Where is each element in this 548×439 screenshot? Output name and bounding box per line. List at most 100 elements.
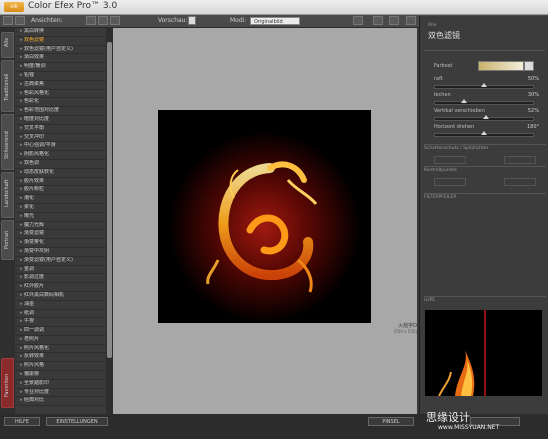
filter-item[interactable]: ▸渐变中灰阴 bbox=[15, 248, 107, 257]
filter-item[interactable]: ▸四一调调 bbox=[15, 327, 107, 336]
filter-item[interactable]: ▸老照片 bbox=[15, 336, 107, 345]
loupe-view[interactable] bbox=[425, 310, 542, 396]
tab-landschaft[interactable]: Landschaft bbox=[1, 172, 14, 218]
schatten-control-right[interactable] bbox=[504, 156, 536, 164]
filter-item-label: 黑白转换 bbox=[24, 28, 45, 34]
filter-item[interactable]: ▸黑白转换 bbox=[15, 28, 107, 37]
zoom-icon[interactable] bbox=[373, 16, 383, 25]
filter-item[interactable]: ▸胶片效果 bbox=[15, 178, 107, 187]
filter-item[interactable]: ▸午夜 bbox=[15, 318, 107, 328]
filter-item-label: 渐变雾化 bbox=[24, 239, 45, 246]
hilfe-button[interactable]: HILFE bbox=[4, 417, 40, 426]
slider-thumb[interactable] bbox=[481, 131, 487, 135]
filter-item[interactable]: ▸潮化 bbox=[15, 195, 107, 204]
filter-item[interactable]: ▸油墨 bbox=[15, 301, 107, 310]
filter-item[interactable]: ▸渐变滤镜 bbox=[15, 230, 107, 240]
modi-select[interactable]: Originalbild bbox=[250, 17, 300, 25]
param-slider[interactable] bbox=[434, 83, 534, 89]
filter-item[interactable]: ▸色彩风格化 bbox=[15, 90, 107, 99]
filter-item-label: 色彩范围对比度 bbox=[24, 107, 60, 114]
param-slider[interactable] bbox=[434, 131, 534, 137]
tab-portrait[interactable]: Portrait bbox=[1, 220, 14, 260]
slider-thumb[interactable] bbox=[482, 115, 489, 119]
param-slider[interactable] bbox=[434, 99, 534, 105]
slider-thumb[interactable] bbox=[461, 99, 468, 103]
filter-item[interactable]: ▸纸调 bbox=[15, 310, 107, 319]
loupe-tool-icon[interactable] bbox=[406, 16, 416, 25]
tab-alle[interactable]: Alle bbox=[1, 32, 14, 58]
filter-item[interactable]: ▸金调 bbox=[15, 266, 107, 275]
filter-item[interactable]: ▸色彩化 bbox=[15, 98, 107, 108]
filter-item[interactable]: ▸渐变滤镜(用户自定义) bbox=[15, 257, 107, 266]
filter-item[interactable]: ▸渐变雾化 bbox=[15, 239, 107, 248]
filter-item[interactable]: ▸渐白效果 bbox=[15, 54, 107, 64]
filter-item-label: 红外胶片 bbox=[24, 283, 45, 290]
view-single-icon[interactable] bbox=[3, 16, 13, 25]
filter-item[interactable]: ▸双色调 bbox=[15, 160, 107, 169]
schatten-control-left[interactable] bbox=[434, 156, 466, 164]
view-split-icon[interactable] bbox=[15, 16, 25, 25]
filter-item[interactable]: ▸铅锂 bbox=[15, 72, 107, 81]
filter-list-scrollbar[interactable] bbox=[106, 28, 113, 414]
view-split-preview-icon[interactable] bbox=[110, 16, 120, 25]
filter-item[interactable]: ▸全景踮影印 bbox=[15, 380, 107, 389]
filter-item[interactable]: ▸反转效果 bbox=[15, 353, 107, 363]
filter-item-label: 经典对比 bbox=[24, 397, 45, 404]
filter-item[interactable]: ▸红外胶片 bbox=[15, 283, 107, 292]
param-value: 50% bbox=[527, 76, 539, 82]
filter-item[interactable]: ▸红外黑白数码相机 bbox=[15, 292, 107, 301]
view-side-by-side-icon[interactable] bbox=[98, 16, 108, 25]
filter-item[interactable]: ▸明度/暖调 bbox=[15, 63, 107, 72]
filter-item[interactable]: ▸古典柔焦 bbox=[15, 81, 107, 90]
kontroll-remove-button[interactable] bbox=[504, 178, 536, 186]
screen-icon[interactable] bbox=[353, 16, 363, 25]
filterpfeiler-section[interactable]: FILTERPFEILER bbox=[424, 193, 546, 201]
filter-item[interactable]: ▸偏振镖 bbox=[15, 371, 107, 380]
hand-icon[interactable] bbox=[389, 16, 399, 25]
einstellungen-button[interactable]: EINSTELLUNGEN bbox=[46, 417, 108, 426]
param-label: raft bbox=[434, 76, 443, 82]
param-value: 52% bbox=[527, 108, 539, 114]
title-bar: nik Color Efex Pro™ 3.0 bbox=[0, 0, 548, 15]
filter-item[interactable]: ▸照片风格化 bbox=[15, 345, 107, 354]
pinsel-button[interactable]: PINSEL bbox=[368, 417, 414, 426]
tab-traditionell[interactable]: Traditionell bbox=[1, 60, 14, 112]
filter-item[interactable]: ▸动态皮肤软化 bbox=[15, 169, 107, 178]
scrollbar-thumb[interactable] bbox=[107, 42, 112, 358]
farbset-swatch[interactable] bbox=[478, 61, 524, 71]
filter-item[interactable]: ▸照片风格 bbox=[15, 362, 107, 372]
filter-item[interactable]: ▸交叉平衡 bbox=[15, 125, 107, 134]
filter-item[interactable]: ▸阴影风格化 bbox=[15, 151, 107, 160]
filter-item[interactable]: ▸交叉冲印 bbox=[15, 134, 107, 143]
filter-item[interactable]: ▸中心强调/平滑 bbox=[15, 142, 107, 152]
tab-stilisierend[interactable]: Stilisierend bbox=[1, 114, 14, 170]
filter-item[interactable]: ▸影调过度 bbox=[15, 274, 107, 284]
param-slider[interactable] bbox=[434, 115, 534, 121]
farbset-label: Farbset bbox=[434, 63, 453, 69]
filter-item[interactable]: ▸色彩范围对比度 bbox=[15, 107, 107, 116]
filter-item[interactable]: ▸双色滤镜 bbox=[15, 37, 107, 46]
ansichten-label: Ansichten: bbox=[31, 17, 63, 24]
filter-item[interactable]: ▸暗度对比度 bbox=[15, 116, 107, 125]
nik-logo: nik bbox=[4, 2, 24, 12]
slider-thumb[interactable] bbox=[481, 83, 487, 87]
kontrollpunkte-section[interactable]: Kontrollpunkte bbox=[424, 166, 546, 174]
farbset-dropdown-icon[interactable] bbox=[524, 61, 534, 71]
filter-item[interactable]: ▸胶片颗粒 bbox=[15, 186, 107, 196]
view-full-icon[interactable] bbox=[86, 16, 96, 25]
preview-image[interactable] bbox=[158, 110, 371, 323]
schatten-section[interactable]: Schattenschutz / Spitzlichter bbox=[424, 144, 546, 152]
filter-item-label: 中心强调/平滑 bbox=[24, 142, 56, 149]
filter-item-label: 胶片颗粒 bbox=[24, 186, 45, 193]
lupe-section[interactable]: LUPE bbox=[424, 296, 546, 304]
filter-item[interactable]: ▸魔力光辉 bbox=[15, 222, 107, 231]
filter-item[interactable]: ▸经典对比 bbox=[15, 397, 107, 407]
filter-item[interactable]: ▸双色滤镜(用户自定义) bbox=[15, 46, 107, 55]
kontroll-add-button[interactable] bbox=[434, 178, 466, 186]
filter-item-label: 曝光 bbox=[24, 212, 35, 219]
filter-item[interactable]: ▸专业对比度 bbox=[15, 389, 107, 398]
filter-item[interactable]: ▸柔化 bbox=[15, 204, 107, 213]
filter-item[interactable]: ▸曝光 bbox=[15, 213, 107, 222]
vorschau-checkbox[interactable] bbox=[188, 16, 196, 25]
tab-favoriten[interactable]: Favoriten bbox=[1, 358, 14, 408]
